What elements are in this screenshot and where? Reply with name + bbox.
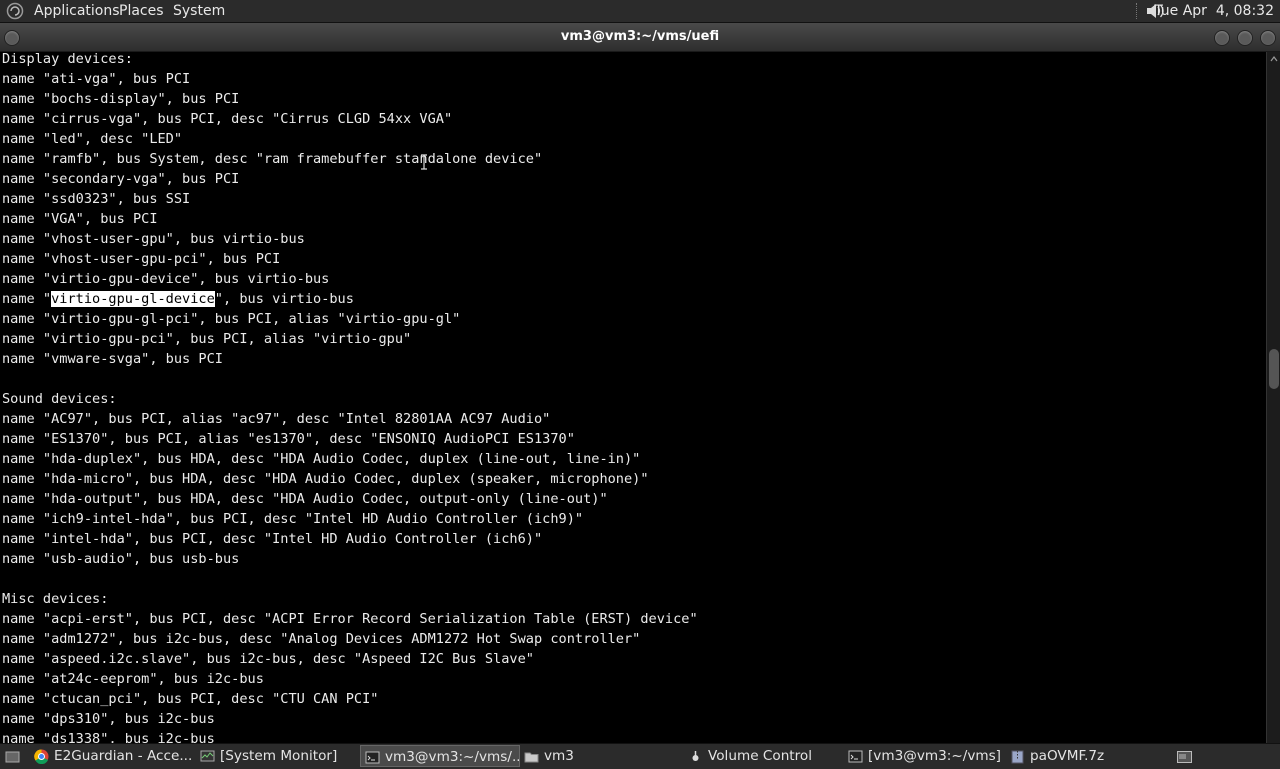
taskbar-item-label: E2Guardian - Acce... [54,748,193,764]
terminal-line: name "VGA", bus PCI [2,211,158,227]
workspace-switcher[interactable] [1172,745,1198,767]
maximize-button[interactable] [1237,30,1253,46]
terminal-line: Display devices: [2,52,133,67]
terminal-line: name "ctucan_pci", bus PCI, desc "CTU CA… [2,691,379,707]
system-monitor-icon [200,750,215,761]
terminal-line-text: name " [2,291,52,307]
taskbar-item[interactable]: paOVMF.7z [1006,745,1170,767]
terminal-line: name "ich9-intel-hda", bus PCI, desc "In… [2,511,584,527]
terminal-line: name "ati-vga", bus PCI [2,71,191,87]
terminal-scrollbar[interactable] [1266,52,1280,743]
window-title: vm3@vm3:~/vms/uefi [560,29,720,44]
terminal-line: name "AC97", bus PCI, alias "ac97", desc… [2,411,551,427]
terminal-line: name "hda-micro", bus HDA, desc "HDA Aud… [2,471,649,487]
taskbar-item[interactable]: vm3 [520,745,688,767]
archive-icon [1011,750,1024,763]
taskbar-item-label: paOVMF.7z [1030,748,1105,764]
terminal-line: name "led", desc "LED" [2,131,183,147]
close-button[interactable] [1260,30,1276,46]
panel-separator[interactable] [1136,3,1141,19]
selected-text[interactable]: virtio-gpu-gl-device [51,291,215,307]
terminal-line: name "hda-output", bus HDA, desc "HDA Au… [2,491,608,507]
terminal-line: name "secondary-vga", bus PCI [2,171,240,187]
terminal-line: name "virtio-gpu-device", bus virtio-bus [2,271,330,287]
terminal-line-text: ", bus virtio-bus [214,291,354,307]
bottom-taskbar: E2Guardian - Acce... [System Monitor] vm3@… [0,743,1280,769]
menu-places[interactable]: Places [119,2,164,20]
workspace-icon [1177,750,1192,763]
menu-system[interactable]: System [173,2,225,20]
show-desktop-button[interactable] [2,745,22,767]
terminal-line: Misc devices: [2,591,109,607]
terminal-line: name "vmware-svga", bus PCI [2,351,223,367]
taskbar-item-label: [System Monitor] [220,748,338,764]
volume-control-icon [692,750,699,761]
taskbar-item[interactable]: Volume Control [684,745,848,767]
text-cursor-icon [421,154,427,170]
terminal-line: name "ES1370", bus PCI, alias "es1370", … [2,431,575,447]
terminal-line: name "at24c-eeprom", bus i2c-bus [2,671,264,687]
scroll-up-arrow-icon[interactable] [1270,54,1278,64]
taskbar-item-label: Volume Control [708,748,813,764]
top-panel: Applications Places System Tue Apr 4, 08… [0,0,1280,23]
menu-applications[interactable]: Applications [34,2,120,20]
clock[interactable]: Tue Apr 4, 08:32 [1154,2,1274,20]
terminal-line: name "adm1272", bus i2c-bus, desc "Analo… [2,631,641,647]
terminal-line: name "dps310", bus i2c-bus [2,711,215,727]
folder-icon [524,752,539,762]
terminal-line: name "virtio-gpu-pci", bus PCI, alias "v… [2,331,412,347]
taskbar-item-label: vm3 [544,748,574,764]
show-desktop-icon [5,751,20,762]
terminal-icon [365,751,380,763]
taskbar-item[interactable]: vm3@vm3:~/vms/... [360,745,520,767]
terminal-line: name "bochs-display", bus PCI [2,91,240,107]
terminal-output[interactable]: Display devices: name "ati-vga", bus PCI n… [0,52,1266,743]
taskbar-item-label: vm3@vm3:~/vms/... [385,749,520,765]
terminal-line: Sound devices: [2,391,117,407]
terminal-line: name "usb-audio", bus usb-bus [2,551,240,567]
terminal-line: name "virtio-gpu-gl-pci", bus PCI, alias… [2,311,461,327]
terminal-line: name "aspeed.i2c.slave", bus i2c-bus, de… [2,651,534,667]
window-titlebar[interactable]: vm3@vm3:~/vms/uefi [0,23,1280,52]
taskbar-item-label: [vm3@vm3:~/vms] [868,748,1001,764]
terminal-line: name "ds1338", bus i2c-bus [2,731,215,743]
taskbar-item[interactable]: [System Monitor] [196,745,362,767]
terminal-line: name "acpi-erst", bus PCI, desc "ACPI Er… [2,611,698,627]
terminal-line: name "ssd0323", bus SSI [2,191,191,207]
terminal-line: name "hda-duplex", bus HDA, desc "HDA Au… [2,451,641,467]
taskbar-item[interactable]: [vm3@vm3:~/vms] [844,745,1010,767]
taskbar-item[interactable]: E2Guardian - Acce... [30,745,200,767]
chrome-icon [34,748,49,764]
terminal-line: name "intel-hda", bus PCI, desc "Intel H… [2,531,543,547]
distro-logo-icon[interactable] [6,2,24,20]
terminal-line: name "virtio-gpu-gl-device", bus virtio-… [2,289,698,309]
terminal-line: name "cirrus-vga", bus PCI, desc "Cirrus… [2,111,453,127]
terminal-line: name "vhost-user-gpu", bus virtio-bus [2,231,305,247]
terminal-line: name "ramfb", bus System, desc "ram fram… [2,151,543,167]
terminal-icon [848,750,863,762]
scrollbar-thumb[interactable] [1269,349,1279,389]
minimize-button[interactable] [1214,30,1230,46]
terminal-lines: Display devices: name "ati-vga", bus PCI n… [2,52,698,743]
terminal-line: name "vhost-user-gpu-pci", bus PCI [2,251,281,267]
